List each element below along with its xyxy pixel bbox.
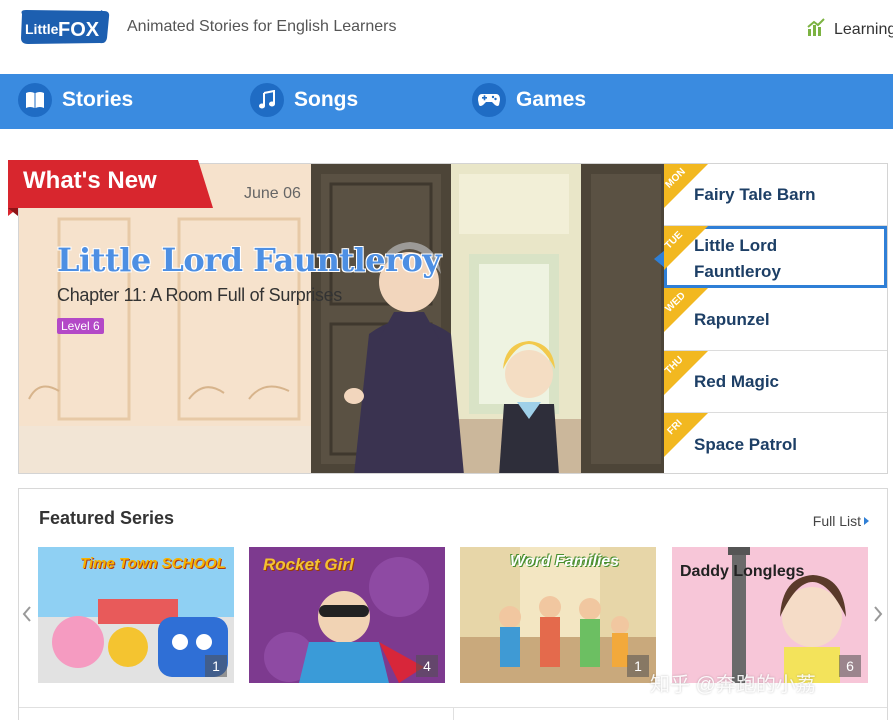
schedule-item-tue[interactable]: TUE Little Lord Fauntleroy [654,226,887,288]
whats-new-label: What's New [23,167,157,194]
series-brand-time-town: Time Town SCHOOL [80,555,226,572]
schedule-item-mon[interactable]: MON Fairy Tale Barn [664,164,887,226]
site-header: Little FOX Animated Stories for English … [0,0,893,74]
episode-count: 4 [416,655,438,677]
site-tagline: Animated Stories for English Learners [127,18,397,35]
chevron-left-icon [22,606,31,622]
episode-count: 6 [839,655,861,677]
book-icon [18,83,52,117]
series-brand-daddy-longlegs: Daddy Longlegs [680,563,805,580]
series-thumb-word-families[interactable]: Word Families 1 [460,547,656,683]
nav-stories[interactable]: Stories [18,83,133,117]
series-brand-word-families: Word Families [510,553,620,570]
nav-games-label: Games [516,88,587,111]
nav-songs-label: Songs [294,88,359,111]
carousel-next-button[interactable] [873,606,883,627]
nav-songs[interactable]: Songs [250,83,358,117]
schedule-item-fri[interactable]: FRI Space Patrol [664,413,887,473]
learning-label: Learning [834,20,893,38]
section-divider-vertical [453,707,454,720]
page-root: Little FOX Animated Stories for English … [0,0,893,720]
main-navbar: Stories Songs Games [0,74,893,129]
carousel-prev-button[interactable] [22,606,32,627]
watermark: 知乎 @奔跑的小荔 [650,674,816,696]
schedule-title-tue-line2: Fauntleroy [694,262,781,281]
series-thumb-rocket-girl[interactable]: Rocket Girl 4 [249,547,445,683]
bar-chart-icon [806,17,826,42]
chevron-right-icon [874,606,883,622]
schedule-title-tue-line1: Little Lord [694,236,778,255]
whats-new-ribbon: What's New [8,158,213,216]
release-date: June 06 [244,185,301,202]
series-thumb-daddy-longlegs[interactable]: Daddy Longlegs 6 [672,547,868,683]
story-chapter: Chapter 11: A Room Full of Surprises [57,285,343,305]
learning-link[interactable]: Learning [806,17,893,42]
schedule-item-wed[interactable]: WED Rapunzel [664,288,887,351]
caret-right-icon [864,517,869,525]
gamepad-icon [472,83,506,117]
nav-games[interactable]: Games [472,83,586,117]
full-list-label: Full List [812,513,861,529]
featured-series-title: Featured Series [39,508,175,528]
logo-text-little: Little [25,21,59,37]
episode-count: 1 [627,655,649,677]
schedule-title-fri: Space Patrol [694,435,797,454]
music-note-icon [250,83,284,117]
schedule-title-wed: Rapunzel [694,310,770,329]
little-fox-logo[interactable]: Little FOX [18,8,112,46]
weekly-schedule: MON Fairy Tale Barn TUE Little Lord Faun… [654,164,887,473]
full-list-link[interactable]: Full List [813,513,869,529]
schedule-title-thu: Red Magic [694,372,780,391]
schedule-item-thu[interactable]: THU Red Magic [663,351,887,413]
episode-count: 1 [205,655,227,677]
logo-text-fox: FOX [58,19,100,41]
schedule-title-mon: Fairy Tale Barn [694,185,816,204]
story-title: Little Lord Fauntleroy [57,241,441,279]
series-thumb-time-town-school[interactable]: Time Town SCHOOL 1 [38,547,234,683]
series-brand-rocket-girl: Rocket Girl [263,555,354,574]
level-badge: Level 6 [57,318,104,334]
nav-stories-label: Stories [62,88,134,111]
